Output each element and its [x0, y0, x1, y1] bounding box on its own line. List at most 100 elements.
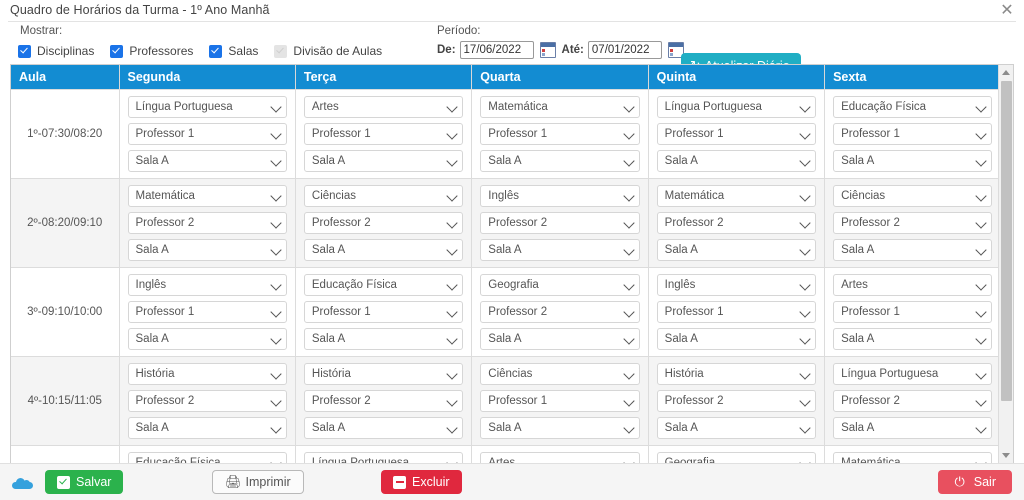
- professor-select[interactable]: Professor 1: [833, 123, 992, 145]
- save-button[interactable]: Salvar: [45, 470, 123, 494]
- close-icon[interactable]: ✕: [998, 1, 1016, 19]
- print-button[interactable]: 🖨 Imprimir: [212, 470, 304, 494]
- disciplina-select[interactable]: Matemática: [128, 185, 287, 207]
- aula-label: 4º-10:15/11:05: [11, 357, 119, 446]
- professor-select[interactable]: Professor 2: [833, 390, 992, 412]
- date-to-input[interactable]: [588, 41, 662, 59]
- checkbox-label: Professores: [129, 44, 193, 58]
- cloud-icon[interactable]: [12, 478, 33, 489]
- sala-select-value: Sala A: [665, 240, 793, 260]
- professor-select[interactable]: Professor 2: [304, 212, 463, 234]
- disciplina-select[interactable]: Matemática: [480, 96, 639, 118]
- chevron-down-icon: [447, 128, 458, 139]
- professor-select[interactable]: Professor 2: [480, 212, 639, 234]
- disciplina-select-value: Matemática: [136, 186, 264, 206]
- disciplina-select[interactable]: História: [657, 363, 816, 385]
- schedule-cell: Língua Portuguesa: [295, 446, 471, 465]
- sala-select[interactable]: Sala A: [833, 150, 992, 172]
- period-filter: De: Até:: [437, 41, 690, 59]
- sala-select[interactable]: Sala A: [833, 328, 992, 350]
- vertical-scrollbar[interactable]: [998, 65, 1013, 463]
- sala-select[interactable]: Sala A: [657, 417, 816, 439]
- disciplina-select[interactable]: Geografia: [480, 274, 639, 296]
- sala-select-value: Sala A: [665, 151, 793, 171]
- professor-select[interactable]: Professor 1: [657, 123, 816, 145]
- sala-select[interactable]: Sala A: [480, 328, 639, 350]
- sala-select[interactable]: Sala A: [833, 417, 992, 439]
- sala-select[interactable]: Sala A: [128, 417, 287, 439]
- exit-button[interactable]: ⏻ Sair: [938, 470, 1012, 494]
- sala-select-value: Sala A: [312, 240, 440, 260]
- disciplina-select[interactable]: Artes: [304, 96, 463, 118]
- disciplina-select[interactable]: Educação Física: [833, 96, 992, 118]
- sala-select[interactable]: Sala A: [657, 150, 816, 172]
- professor-select-value: Professor 1: [841, 302, 969, 322]
- chevron-down-icon: [623, 368, 634, 379]
- chevron-down-icon: [799, 279, 810, 290]
- checkbox-disciplinas[interactable]: Disciplinas: [18, 44, 94, 58]
- disciplina-select[interactable]: Língua Portuguesa: [657, 96, 816, 118]
- professor-select[interactable]: Professor 1: [128, 123, 287, 145]
- disciplina-select[interactable]: Ciências: [833, 185, 992, 207]
- professor-select-value: Professor 2: [841, 391, 969, 411]
- sala-select[interactable]: Sala A: [480, 150, 639, 172]
- sala-select-value: Sala A: [665, 418, 793, 438]
- sala-select[interactable]: Sala A: [480, 239, 639, 261]
- disciplina-select-value: Língua Portuguesa: [136, 97, 264, 117]
- disciplina-select[interactable]: Inglês: [480, 185, 639, 207]
- minus-icon: [393, 476, 406, 489]
- delete-button[interactable]: Excluir: [381, 470, 462, 494]
- disciplina-select[interactable]: Língua Portuguesa: [833, 363, 992, 385]
- checkbox-salas[interactable]: Salas: [209, 44, 258, 58]
- chevron-down-icon: [270, 422, 281, 433]
- sala-select[interactable]: Sala A: [304, 150, 463, 172]
- professor-select[interactable]: Professor 2: [128, 390, 287, 412]
- sala-select[interactable]: Sala A: [128, 239, 287, 261]
- scroll-down-arrow-icon[interactable]: [999, 448, 1013, 463]
- disciplina-select[interactable]: Língua Portuguesa: [128, 96, 287, 118]
- chevron-down-icon: [799, 395, 810, 406]
- sala-select[interactable]: Sala A: [304, 328, 463, 350]
- professor-select[interactable]: Professor 1: [304, 123, 463, 145]
- sala-select[interactable]: Sala A: [480, 417, 639, 439]
- disciplina-select[interactable]: História: [304, 363, 463, 385]
- disciplina-select[interactable]: Artes: [833, 274, 992, 296]
- chevron-down-icon: [976, 333, 987, 344]
- filter-toolbar: Mostrar: Período: Disciplinas Professore…: [0, 22, 1024, 64]
- sala-select[interactable]: Sala A: [833, 239, 992, 261]
- disciplina-select[interactable]: Matemática: [657, 185, 816, 207]
- sala-select[interactable]: Sala A: [304, 417, 463, 439]
- disciplina-select[interactable]: Ciências: [304, 185, 463, 207]
- scrollbar-thumb[interactable]: [1001, 81, 1012, 401]
- calendar-icon[interactable]: [540, 42, 556, 58]
- professor-select[interactable]: Professor 2: [128, 212, 287, 234]
- professor-select[interactable]: Professor 2: [480, 301, 639, 323]
- professor-select[interactable]: Professor 2: [657, 212, 816, 234]
- professor-select[interactable]: Professor 1: [480, 123, 639, 145]
- professor-select[interactable]: Professor 1: [480, 390, 639, 412]
- professor-select[interactable]: Professor 1: [128, 301, 287, 323]
- chevron-down-icon: [270, 217, 281, 228]
- professor-select[interactable]: Professor 1: [657, 301, 816, 323]
- sala-select[interactable]: Sala A: [657, 328, 816, 350]
- sala-select[interactable]: Sala A: [657, 239, 816, 261]
- professor-select[interactable]: Professor 2: [657, 390, 816, 412]
- professor-select[interactable]: Professor 2: [833, 212, 992, 234]
- sala-select-value: Sala A: [488, 151, 616, 171]
- professor-select[interactable]: Professor 2: [304, 390, 463, 412]
- sala-select[interactable]: Sala A: [128, 150, 287, 172]
- sala-select[interactable]: Sala A: [128, 328, 287, 350]
- disciplina-select[interactable]: Inglês: [128, 274, 287, 296]
- sala-select-value: Sala A: [841, 240, 969, 260]
- professor-select[interactable]: Professor 1: [304, 301, 463, 323]
- checkbox-divisao-de-aulas[interactable]: Divisão de Aulas: [274, 44, 382, 58]
- sala-select[interactable]: Sala A: [304, 239, 463, 261]
- professor-select[interactable]: Professor 1: [833, 301, 992, 323]
- scroll-up-arrow-icon[interactable]: [999, 65, 1013, 80]
- disciplina-select[interactable]: Ciências: [480, 363, 639, 385]
- disciplina-select[interactable]: História: [128, 363, 287, 385]
- disciplina-select[interactable]: Inglês: [657, 274, 816, 296]
- date-from-input[interactable]: [460, 41, 534, 59]
- disciplina-select[interactable]: Educação Física: [304, 274, 463, 296]
- checkbox-professores[interactable]: Professores: [110, 44, 193, 58]
